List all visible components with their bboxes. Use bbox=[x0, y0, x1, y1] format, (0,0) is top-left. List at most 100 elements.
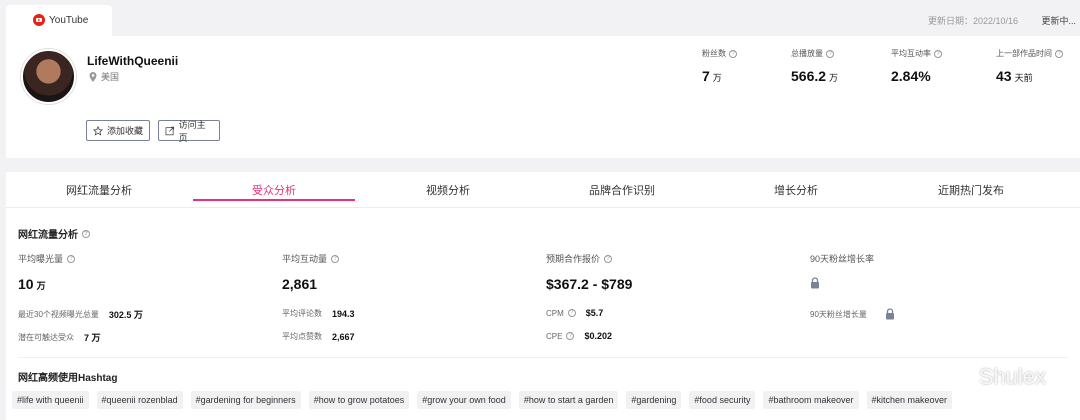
metric-value: 2,861 bbox=[282, 276, 318, 292]
sub-label: 平均评论数 bbox=[282, 309, 322, 318]
watermark-text: Shulex bbox=[978, 364, 1046, 389]
active-tab-indicator bbox=[193, 199, 355, 201]
location-pin-icon bbox=[89, 71, 97, 82]
avatar bbox=[21, 49, 76, 104]
stat-value: 7 bbox=[702, 68, 710, 84]
hashtag-chip[interactable]: #food security bbox=[689, 391, 756, 409]
hashtag-chip[interactable]: #bathroom makeover bbox=[763, 391, 859, 409]
tab-influencer-traffic[interactable]: 网红流量分析 bbox=[18, 182, 180, 198]
stat-unit: 万 bbox=[829, 73, 839, 83]
metric-label: 平均曝光量 bbox=[18, 254, 64, 264]
profile-card: LifeWithQueenii 美国 添加收藏 访问主页 粉丝数? 7万 总播放… bbox=[6, 36, 1080, 158]
stat-label: 平均互动率 bbox=[891, 49, 931, 58]
sub-avg-comments: 平均评论数 194.3 bbox=[282, 308, 355, 319]
metric-label: 90天粉丝增长率 bbox=[810, 254, 875, 264]
sub-value: 194.3 bbox=[332, 308, 355, 319]
tab-audience[interactable]: 受众分析 bbox=[193, 182, 355, 198]
section-title-text: 网红流量分析 bbox=[18, 230, 78, 241]
metric-avg-interactions: 平均互动量? 2,861 bbox=[282, 252, 340, 292]
sub-value: $5.7 bbox=[585, 308, 604, 318]
stat-value: 2.84% bbox=[891, 68, 931, 84]
tab-recent-hot[interactable]: 近期热门发布 bbox=[890, 182, 1052, 198]
stat-value: 43 bbox=[996, 68, 1012, 84]
sub-label: 最近30个视频曝光总量 bbox=[18, 310, 99, 319]
metric-90d-growth-rate: 90天粉丝增长率 bbox=[810, 252, 874, 294]
hashtag-section-title: 网红高频使用Hashtag bbox=[18, 373, 118, 384]
sub-label: 平均点赞数 bbox=[282, 332, 322, 341]
sub-avg-likes: 平均点赞数 2,667 bbox=[282, 331, 355, 342]
help-icon[interactable]: ? bbox=[604, 254, 613, 263]
lock-icon[interactable] bbox=[810, 277, 820, 289]
youtube-icon bbox=[33, 14, 45, 26]
sub-label: CPE bbox=[546, 331, 563, 341]
platform-tab-label: YouTube bbox=[49, 15, 89, 26]
star-icon bbox=[93, 125, 103, 136]
tab-brand-collab[interactable]: 品牌合作识别 bbox=[541, 182, 703, 198]
add-favorite-label: 添加收藏 bbox=[107, 126, 144, 136]
stat-unit: 万 bbox=[712, 73, 722, 83]
top-bar: YouTube 更新日期：2022/10/16 更新中... bbox=[0, 0, 1080, 36]
section-title: 网红流量分析 ? bbox=[18, 226, 90, 241]
visit-homepage-label: 访问主页 bbox=[178, 119, 206, 143]
divider bbox=[18, 357, 1068, 358]
sub-label: 潜在可触达受众 bbox=[18, 333, 74, 342]
external-link-icon bbox=[165, 126, 174, 135]
analysis-tabs: 网红流量分析 受众分析 视频分析 品牌合作识别 增长分析 近期热门发布 bbox=[6, 172, 1080, 208]
tab-video[interactable]: 视频分析 bbox=[367, 182, 529, 198]
metric-value: $367.2 - $789 bbox=[546, 276, 633, 292]
metric-value: 10 bbox=[18, 276, 34, 292]
sub-recent30-exposure: 最近30个视频曝光总量 302.5 万 bbox=[18, 308, 143, 321]
sub-value: 302.5 万 bbox=[108, 310, 143, 320]
tab-growth[interactable]: 增长分析 bbox=[715, 182, 877, 198]
wechat-icon bbox=[946, 366, 973, 387]
hashtag-chip[interactable]: #how to grow potatoes bbox=[308, 391, 410, 409]
metric-unit: 万 bbox=[36, 281, 46, 291]
sub-value: 2,667 bbox=[332, 331, 355, 342]
stat-label: 上一部作品时间 bbox=[996, 49, 1052, 58]
visit-homepage-button[interactable]: 访问主页 bbox=[158, 119, 220, 143]
sub-cpe: CPE? $0.202 bbox=[546, 331, 612, 341]
help-icon[interactable]: ? bbox=[934, 49, 942, 58]
add-favorite-button[interactable]: 添加收藏 bbox=[86, 120, 150, 141]
stat-total-views: 总播放量? 566.2 万 bbox=[791, 48, 838, 84]
metric-avg-exposure: 平均曝光量? 10 万 bbox=[18, 252, 76, 292]
stat-unit: 天前 bbox=[1014, 73, 1033, 83]
help-icon[interactable]: ? bbox=[566, 332, 575, 340]
stat-label: 粉丝数 bbox=[702, 49, 726, 58]
hashtag-chip[interactable]: #how to start a garden bbox=[518, 391, 619, 409]
stat-followers: 粉丝数? 7万 bbox=[702, 48, 737, 84]
watermark: Shulex bbox=[946, 364, 1046, 390]
sub-label: CPM bbox=[546, 308, 564, 318]
stat-value: 566.2 bbox=[791, 68, 827, 84]
sub-90d-growth: 90天粉丝增长量 bbox=[810, 308, 895, 320]
platform-tab-youtube[interactable]: YouTube bbox=[6, 5, 112, 36]
help-icon[interactable]: ? bbox=[1055, 49, 1063, 58]
sub-value: 7 万 bbox=[84, 333, 101, 343]
hashtag-list: #life with queenii #queenii rozenblad #gar… bbox=[12, 391, 953, 409]
update-status: 更新中... bbox=[1041, 16, 1076, 26]
update-date: 更新日期：2022/10/16 bbox=[927, 16, 1018, 26]
sub-potential-audience: 潜在可触达受众 7 万 bbox=[18, 331, 101, 344]
hashtag-chip[interactable]: #gardening for beginners bbox=[190, 391, 301, 409]
help-icon[interactable]: ? bbox=[67, 254, 76, 263]
sub-value: $0.202 bbox=[584, 331, 612, 341]
hashtag-chip[interactable]: #life with queenii bbox=[12, 391, 89, 409]
help-icon[interactable]: ? bbox=[729, 49, 737, 58]
stat-last-post: 上一部作品时间? 43 天前 bbox=[996, 48, 1063, 84]
sub-label: 90天粉丝增长量 bbox=[810, 309, 867, 319]
influencer-name: LifeWithQueenii bbox=[87, 54, 179, 68]
hashtag-chip[interactable]: #queenii rozenblad bbox=[96, 391, 183, 409]
lock-icon[interactable] bbox=[885, 308, 895, 320]
help-icon[interactable]: ? bbox=[826, 49, 834, 58]
metric-expected-quote: 预期合作报价? $367.2 - $789 bbox=[546, 252, 632, 292]
help-icon[interactable]: ? bbox=[82, 229, 90, 238]
help-icon[interactable]: ? bbox=[331, 254, 340, 263]
sub-cpm: CPM? $5.7 bbox=[546, 308, 603, 318]
metric-label: 预期合作报价 bbox=[546, 254, 601, 264]
help-icon[interactable]: ? bbox=[567, 309, 576, 317]
hashtag-chip[interactable]: #kitchen makeover bbox=[866, 391, 953, 409]
hashtag-chip[interactable]: #grow your own food bbox=[417, 391, 511, 409]
analysis-card: 网红流量分析 受众分析 视频分析 品牌合作识别 增长分析 近期热门发布 网红流量… bbox=[6, 172, 1080, 420]
stat-avg-engagement-rate: 平均互动率? 2.84% bbox=[891, 48, 942, 84]
hashtag-chip[interactable]: #gardening bbox=[626, 391, 682, 409]
